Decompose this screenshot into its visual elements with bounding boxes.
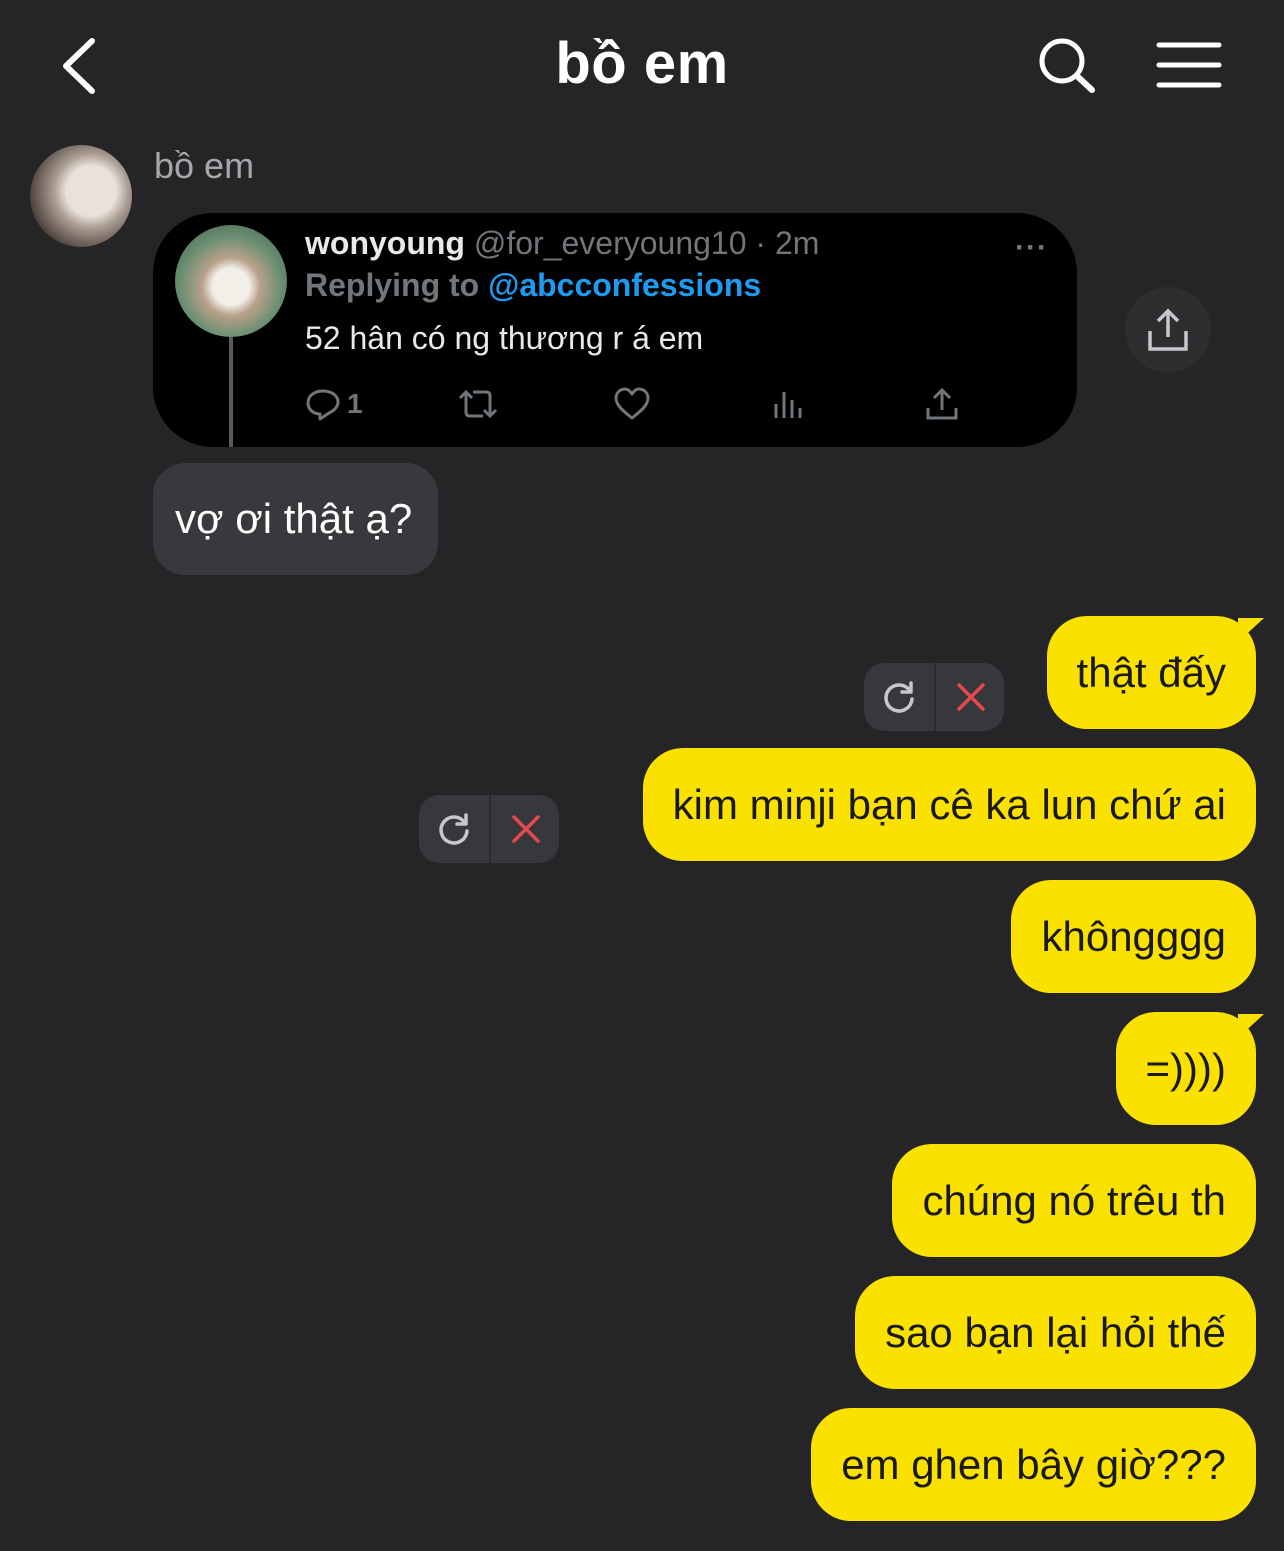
resend-button[interactable] — [864, 663, 934, 731]
outgoing-message[interactable]: thật đấy — [1046, 616, 1256, 729]
share-icon — [926, 387, 958, 420]
tweet-replying-to: Replying to @abcconfessions — [305, 267, 761, 304]
tweet-author-name: wonyoung — [305, 225, 465, 261]
refresh-icon — [884, 681, 914, 713]
resend-button[interactable] — [419, 795, 489, 863]
chat-screen: bồ em bồ em wonyoung @for_everyoung10 · … — [0, 0, 1284, 1551]
tweet-author-line: wonyoung @for_everyoung10 · 2m — [305, 225, 819, 262]
tweet-retweet-action — [457, 386, 499, 422]
sender-avatar[interactable] — [30, 145, 132, 247]
outgoing-message[interactable]: chúng nó trêu th — [892, 1144, 1256, 1257]
delete-failed-button[interactable] — [489, 795, 559, 863]
outgoing-message[interactable]: kim minji bạn cê ka lun chứ ai — [642, 748, 1256, 861]
search-icon — [1039, 38, 1095, 93]
menu-button[interactable] — [1156, 40, 1222, 90]
bubble-tail — [1238, 618, 1264, 642]
share-icon — [1148, 308, 1188, 351]
outgoing-message[interactable]: khôngggg — [1011, 880, 1256, 993]
tweet-like-action — [613, 386, 651, 422]
reply-count: 1 — [347, 388, 363, 419]
hamburger-menu-icon — [1156, 42, 1222, 88]
shared-tweet-card[interactable]: wonyoung @for_everyoung10 · 2m Replying … — [153, 213, 1077, 447]
close-icon — [957, 683, 985, 711]
close-icon — [512, 815, 540, 843]
tweet-text: 52 hân có ng thương r á em — [305, 320, 704, 356]
tweet-views-action — [771, 386, 805, 422]
retweet-icon — [458, 389, 498, 419]
replying-label: Replying to — [305, 267, 480, 303]
search-button[interactable] — [1036, 36, 1098, 96]
failed-message-actions — [864, 663, 1004, 731]
replying-mention: @abcconfessions — [488, 267, 762, 303]
outgoing-message[interactable]: sao bạn lại hỏi thế — [855, 1276, 1256, 1389]
outgoing-message[interactable]: =)))) — [1115, 1012, 1256, 1125]
tweet-share-action — [925, 386, 959, 422]
analytics-icon — [774, 392, 802, 418]
tweet-reply-action: 1 — [305, 386, 363, 422]
delete-failed-button[interactable] — [934, 663, 1004, 731]
bubble-tail — [1238, 1014, 1264, 1038]
tweet-handle-time: @for_everyoung10 · 2m — [473, 225, 820, 261]
share-message-button[interactable] — [1125, 287, 1211, 373]
heart-icon — [614, 387, 650, 420]
refresh-icon — [439, 813, 469, 845]
sender-name: bồ em — [154, 145, 255, 186]
thread-line — [229, 337, 233, 447]
incoming-message[interactable]: vợ ơi thật ạ? — [153, 463, 439, 575]
outgoing-message[interactable]: em ghen bây giờ??? — [811, 1408, 1256, 1521]
reply-icon — [306, 389, 340, 421]
failed-message-actions — [419, 795, 559, 863]
tweet-author-avatar — [175, 225, 287, 337]
more-icon: ··· — [1015, 231, 1048, 264]
